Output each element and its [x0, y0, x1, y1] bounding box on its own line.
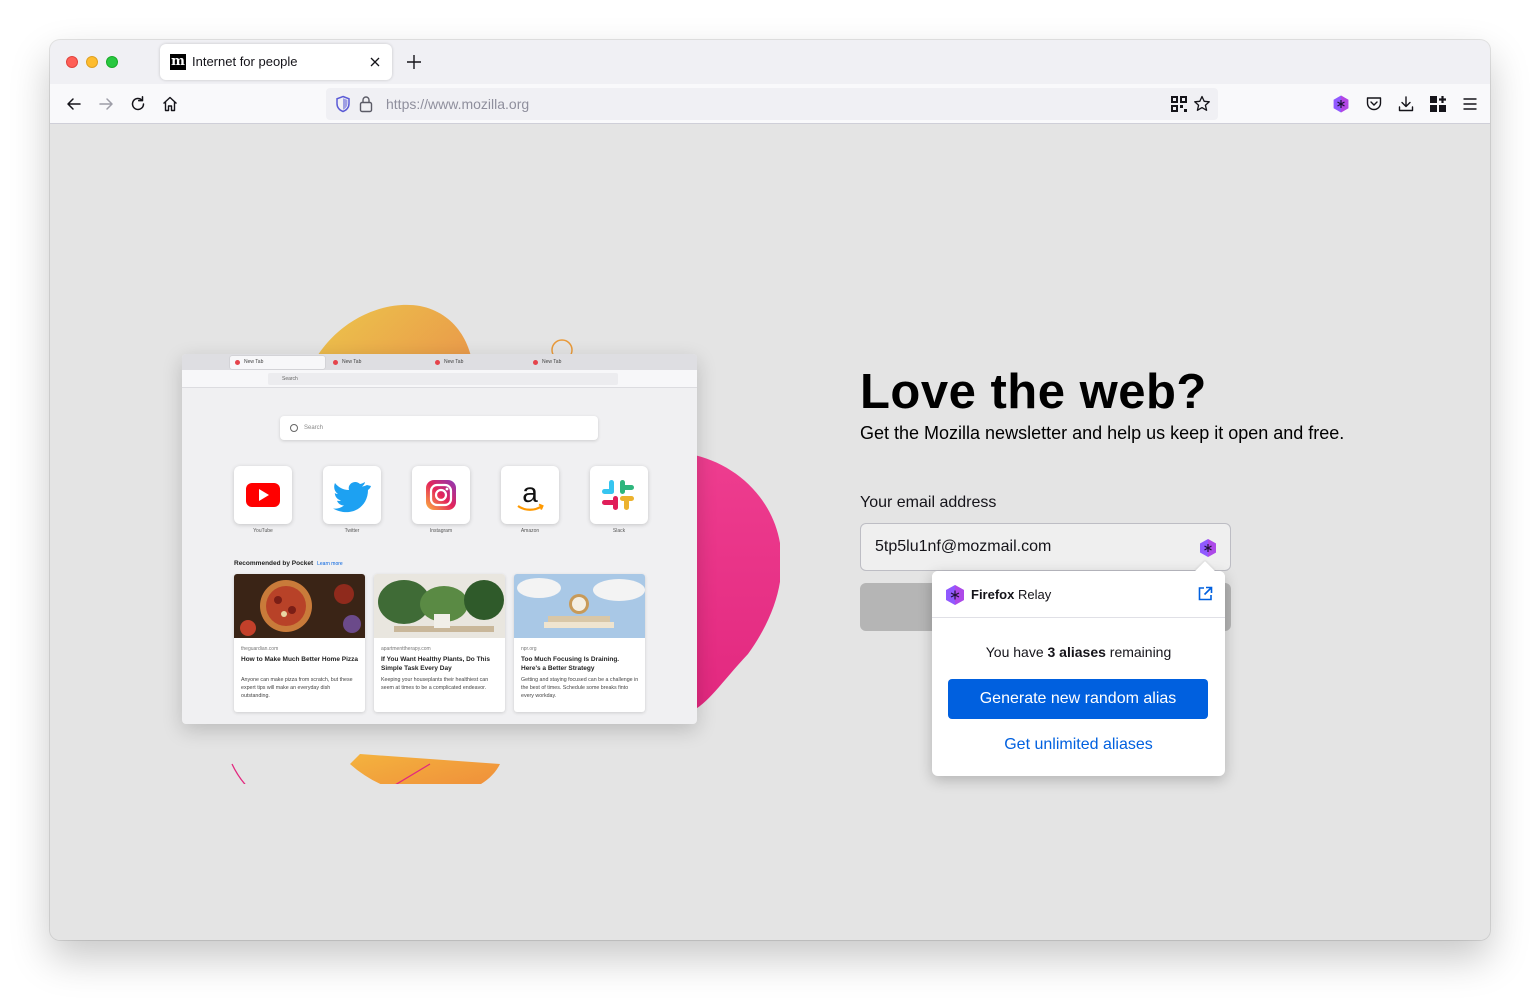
pocket-card: theguardian.com How to Make Much Better …	[234, 574, 365, 712]
email-field[interactable]: 5tp5lu1nf@mozmail.com	[860, 523, 1231, 571]
download-icon[interactable]	[1396, 94, 1416, 114]
illustration-tab: New Tab	[430, 356, 525, 369]
page-heading: Love the web?	[860, 365, 1207, 419]
firefox-relay-field-icon[interactable]	[1198, 538, 1218, 558]
illustration-tab: New Tab	[230, 356, 325, 369]
svg-text:a: a	[522, 477, 538, 508]
back-button[interactable]	[64, 94, 84, 114]
zoom-window-button[interactable]	[106, 56, 118, 68]
card-title: Too Much Focusing Is Draining. Here's a …	[521, 656, 620, 672]
instagram-tile	[412, 466, 470, 524]
youtube-icon	[246, 483, 280, 507]
pocket-card: npr.org Too Much Focusing Is Draining. H…	[514, 574, 645, 712]
pocket-icon[interactable]	[1364, 94, 1384, 114]
tab-bar: m Internet for people	[50, 40, 1490, 84]
illustration-search-box: Search	[280, 416, 598, 440]
firefox-screenshot-illustration: New Tab New Tab New Tab New Tab Search S…	[182, 354, 697, 724]
pocket-recommendations-heading: Recommended by Pocket Learn more	[234, 560, 343, 567]
new-tab-button[interactable]	[404, 52, 424, 72]
tab-mozilla[interactable]: m Internet for people	[160, 44, 392, 80]
firefox-relay-logo-icon	[946, 585, 964, 605]
card-source: apartmenttherapy.com	[381, 646, 431, 652]
card-source: npr.org	[521, 646, 537, 652]
twitter-tile	[323, 466, 381, 524]
page-subheading: Get the Mozilla newsletter and help us k…	[860, 423, 1345, 443]
bookmark-star-icon[interactable]	[1192, 94, 1212, 114]
relay-brand-firefox: Firefox	[971, 587, 1015, 602]
recommended-title: Recommended by Pocket	[234, 560, 314, 567]
relay-brand: Firefox Relay	[971, 587, 1051, 602]
twitter-icon	[333, 481, 371, 513]
mozilla-favicon-icon: m	[170, 54, 186, 70]
navigation-toolbar: https://www.mozilla.org	[50, 84, 1490, 124]
top-site-label: Amazon	[520, 528, 540, 534]
plants-image	[374, 574, 505, 638]
lock-icon[interactable]	[358, 95, 374, 113]
slack-icon	[602, 480, 634, 510]
generate-alias-button[interactable]: Generate new random alias	[948, 679, 1208, 719]
tracking-protection-shield-icon[interactable]	[334, 95, 352, 113]
extensions-icon[interactable]	[1428, 94, 1448, 114]
aliases-remaining-text: You have 3 aliases remaining	[932, 644, 1225, 660]
amazon-tile: a	[501, 466, 559, 524]
illustration-tab: New Tab	[328, 356, 423, 369]
remaining-prefix: You have	[985, 644, 1048, 660]
top-site-label: YouTube	[253, 528, 273, 534]
card-source: theguardian.com	[241, 646, 279, 652]
firefox-relay-toolbar-icon[interactable]	[1331, 94, 1351, 114]
get-unlimited-aliases-link[interactable]: Get unlimited aliases	[932, 736, 1225, 754]
email-value: 5tp5lu1nf@mozmail.com	[875, 538, 1052, 555]
forward-button[interactable]	[96, 94, 116, 114]
youtube-tile	[234, 466, 292, 524]
relay-popup-header: Firefox Relay	[932, 571, 1225, 618]
card-description: Keeping your houseplants their healthies…	[381, 677, 489, 691]
illustration-tab: New Tab	[528, 356, 623, 369]
home-button[interactable]	[160, 94, 180, 114]
address-bar[interactable]: https://www.mozilla.org	[326, 88, 1218, 120]
card-description: Anyone can make pizza from scratch, but …	[241, 677, 353, 699]
email-label: Your email address	[860, 494, 997, 511]
open-external-icon[interactable]	[1197, 586, 1213, 602]
top-site-label: Slack	[612, 528, 626, 534]
url-text[interactable]: https://www.mozilla.org	[386, 96, 529, 112]
illustration-url-bar: Search	[268, 373, 618, 385]
hamburger-menu-icon[interactable]	[1460, 94, 1480, 114]
card-title: How to Make Much Better Home Pizza	[241, 656, 359, 663]
clock-books-image	[514, 574, 645, 638]
amazon-icon: a	[517, 477, 544, 511]
card-description: Getting and staying focused can be a cha…	[521, 677, 639, 699]
close-tab-icon[interactable]	[366, 53, 384, 71]
top-site-label: Twitter	[344, 528, 360, 534]
minimize-window-button[interactable]	[86, 56, 98, 68]
remaining-suffix: remaining	[1105, 644, 1172, 660]
illustration-toolbar: Search	[182, 370, 697, 388]
pizza-image	[234, 574, 365, 638]
relay-brand-relay: Relay	[1017, 587, 1052, 602]
close-window-button[interactable]	[66, 56, 78, 68]
remaining-count: 3 aliases	[1047, 644, 1106, 660]
firefox-relay-popup: Firefox Relay You have 3 aliases remaini…	[932, 561, 1225, 776]
slack-tile	[590, 466, 648, 524]
reload-button[interactable]	[128, 94, 148, 114]
pocket-card: apartmenttherapy.com If You Want Healthy…	[374, 574, 505, 712]
card-title: If You Want Healthy Plants, Do This Simp…	[381, 656, 490, 672]
tab-title: Internet for people	[192, 54, 298, 69]
browser-window: m Internet for people https://www.mozill…	[50, 40, 1490, 940]
top-site-label: Instagram	[429, 528, 453, 534]
learn-more-link: Learn more	[317, 561, 343, 567]
illustration-tabs: New Tab New Tab New Tab New Tab	[182, 354, 697, 370]
page-content: New Tab New Tab New Tab New Tab Search S…	[50, 124, 1490, 940]
qr-code-icon[interactable]	[1170, 95, 1188, 113]
instagram-icon	[426, 480, 456, 510]
